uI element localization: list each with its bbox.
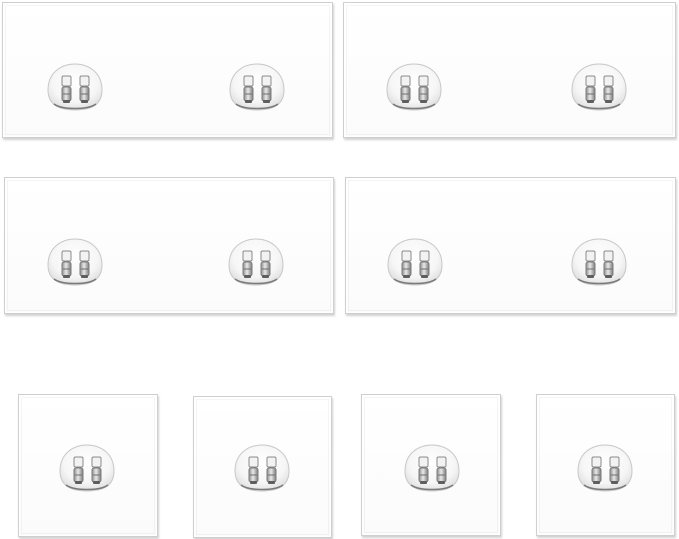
- mount-dome: [229, 63, 285, 111]
- clip-left: [61, 75, 72, 103]
- hook-mount: [229, 441, 295, 497]
- clip-right: [91, 456, 102, 484]
- wide-pad-2: [343, 2, 676, 138]
- mount-shadow: [234, 278, 278, 285]
- clip-left: [61, 250, 72, 278]
- hook-mount-icon: [386, 63, 442, 111]
- clip-left: [418, 456, 429, 484]
- mount-shadow: [53, 278, 97, 285]
- hook-mount-icon: [387, 238, 443, 286]
- mount-shadow: [577, 278, 621, 285]
- square-pad-4: [536, 394, 675, 536]
- square-pad-3: [361, 394, 501, 536]
- mount-dome: [47, 238, 103, 286]
- clip-right: [266, 456, 277, 484]
- hook-mount: [572, 441, 638, 497]
- hook-mount-icon: [59, 444, 115, 492]
- hook-mount-left: [382, 235, 448, 291]
- mount-dome: [386, 63, 442, 111]
- mount-dome: [59, 444, 115, 492]
- mount-dome: [228, 238, 284, 286]
- hook-mount-icon: [234, 444, 290, 492]
- mount-dome: [47, 63, 103, 111]
- square-pad-1: [18, 394, 158, 537]
- mount-shadow: [53, 103, 97, 110]
- hook-mount-icon: [229, 63, 285, 111]
- mount-dome: [387, 238, 443, 286]
- wide-pad-4: [345, 177, 676, 314]
- clip-right: [261, 75, 272, 103]
- square-pad-2: [193, 396, 332, 538]
- hook-mount-right: [224, 60, 290, 116]
- mount-shadow: [392, 103, 436, 110]
- hook-mount-icon: [47, 238, 103, 286]
- hook-mount: [399, 441, 465, 497]
- clip-right: [419, 250, 430, 278]
- hook-mount-icon: [571, 238, 627, 286]
- mount-shadow: [577, 103, 621, 110]
- hook-mount-left: [42, 60, 108, 116]
- clip-left: [73, 456, 84, 484]
- mount-dome: [577, 444, 633, 492]
- hook-mount-icon: [47, 63, 103, 111]
- hook-mount-icon: [577, 444, 633, 492]
- mount-shadow: [240, 484, 284, 491]
- hook-mount-icon: [404, 444, 460, 492]
- mount-shadow: [235, 103, 279, 110]
- hook-mount: [54, 441, 120, 497]
- mount-shadow: [583, 484, 627, 491]
- clip-right: [603, 250, 614, 278]
- clip-left: [591, 456, 602, 484]
- clip-left: [585, 250, 596, 278]
- hook-mount-right: [223, 235, 289, 291]
- wide-pad-1: [2, 2, 333, 138]
- clip-right: [603, 75, 614, 103]
- mount-dome: [571, 63, 627, 111]
- mount-dome: [571, 238, 627, 286]
- mount-shadow: [410, 484, 454, 491]
- clip-left: [401, 250, 412, 278]
- clip-right: [260, 250, 271, 278]
- clip-right: [436, 456, 447, 484]
- clip-right: [418, 75, 429, 103]
- clip-left: [585, 75, 596, 103]
- hook-mount-left: [42, 235, 108, 291]
- hook-mount-right: [566, 60, 632, 116]
- mount-dome: [234, 444, 290, 492]
- mount-shadow: [65, 484, 109, 491]
- mount-shadow: [393, 278, 437, 285]
- hook-mount-right: [566, 235, 632, 291]
- hook-mount-icon: [571, 63, 627, 111]
- clip-left: [243, 75, 254, 103]
- clip-right: [79, 250, 90, 278]
- clip-right: [609, 456, 620, 484]
- wide-pad-3: [4, 177, 334, 314]
- clip-left: [400, 75, 411, 103]
- clip-left: [248, 456, 259, 484]
- hook-mount-icon: [228, 238, 284, 286]
- clip-left: [242, 250, 253, 278]
- hook-mount-left: [381, 60, 447, 116]
- clip-right: [79, 75, 90, 103]
- mount-dome: [404, 444, 460, 492]
